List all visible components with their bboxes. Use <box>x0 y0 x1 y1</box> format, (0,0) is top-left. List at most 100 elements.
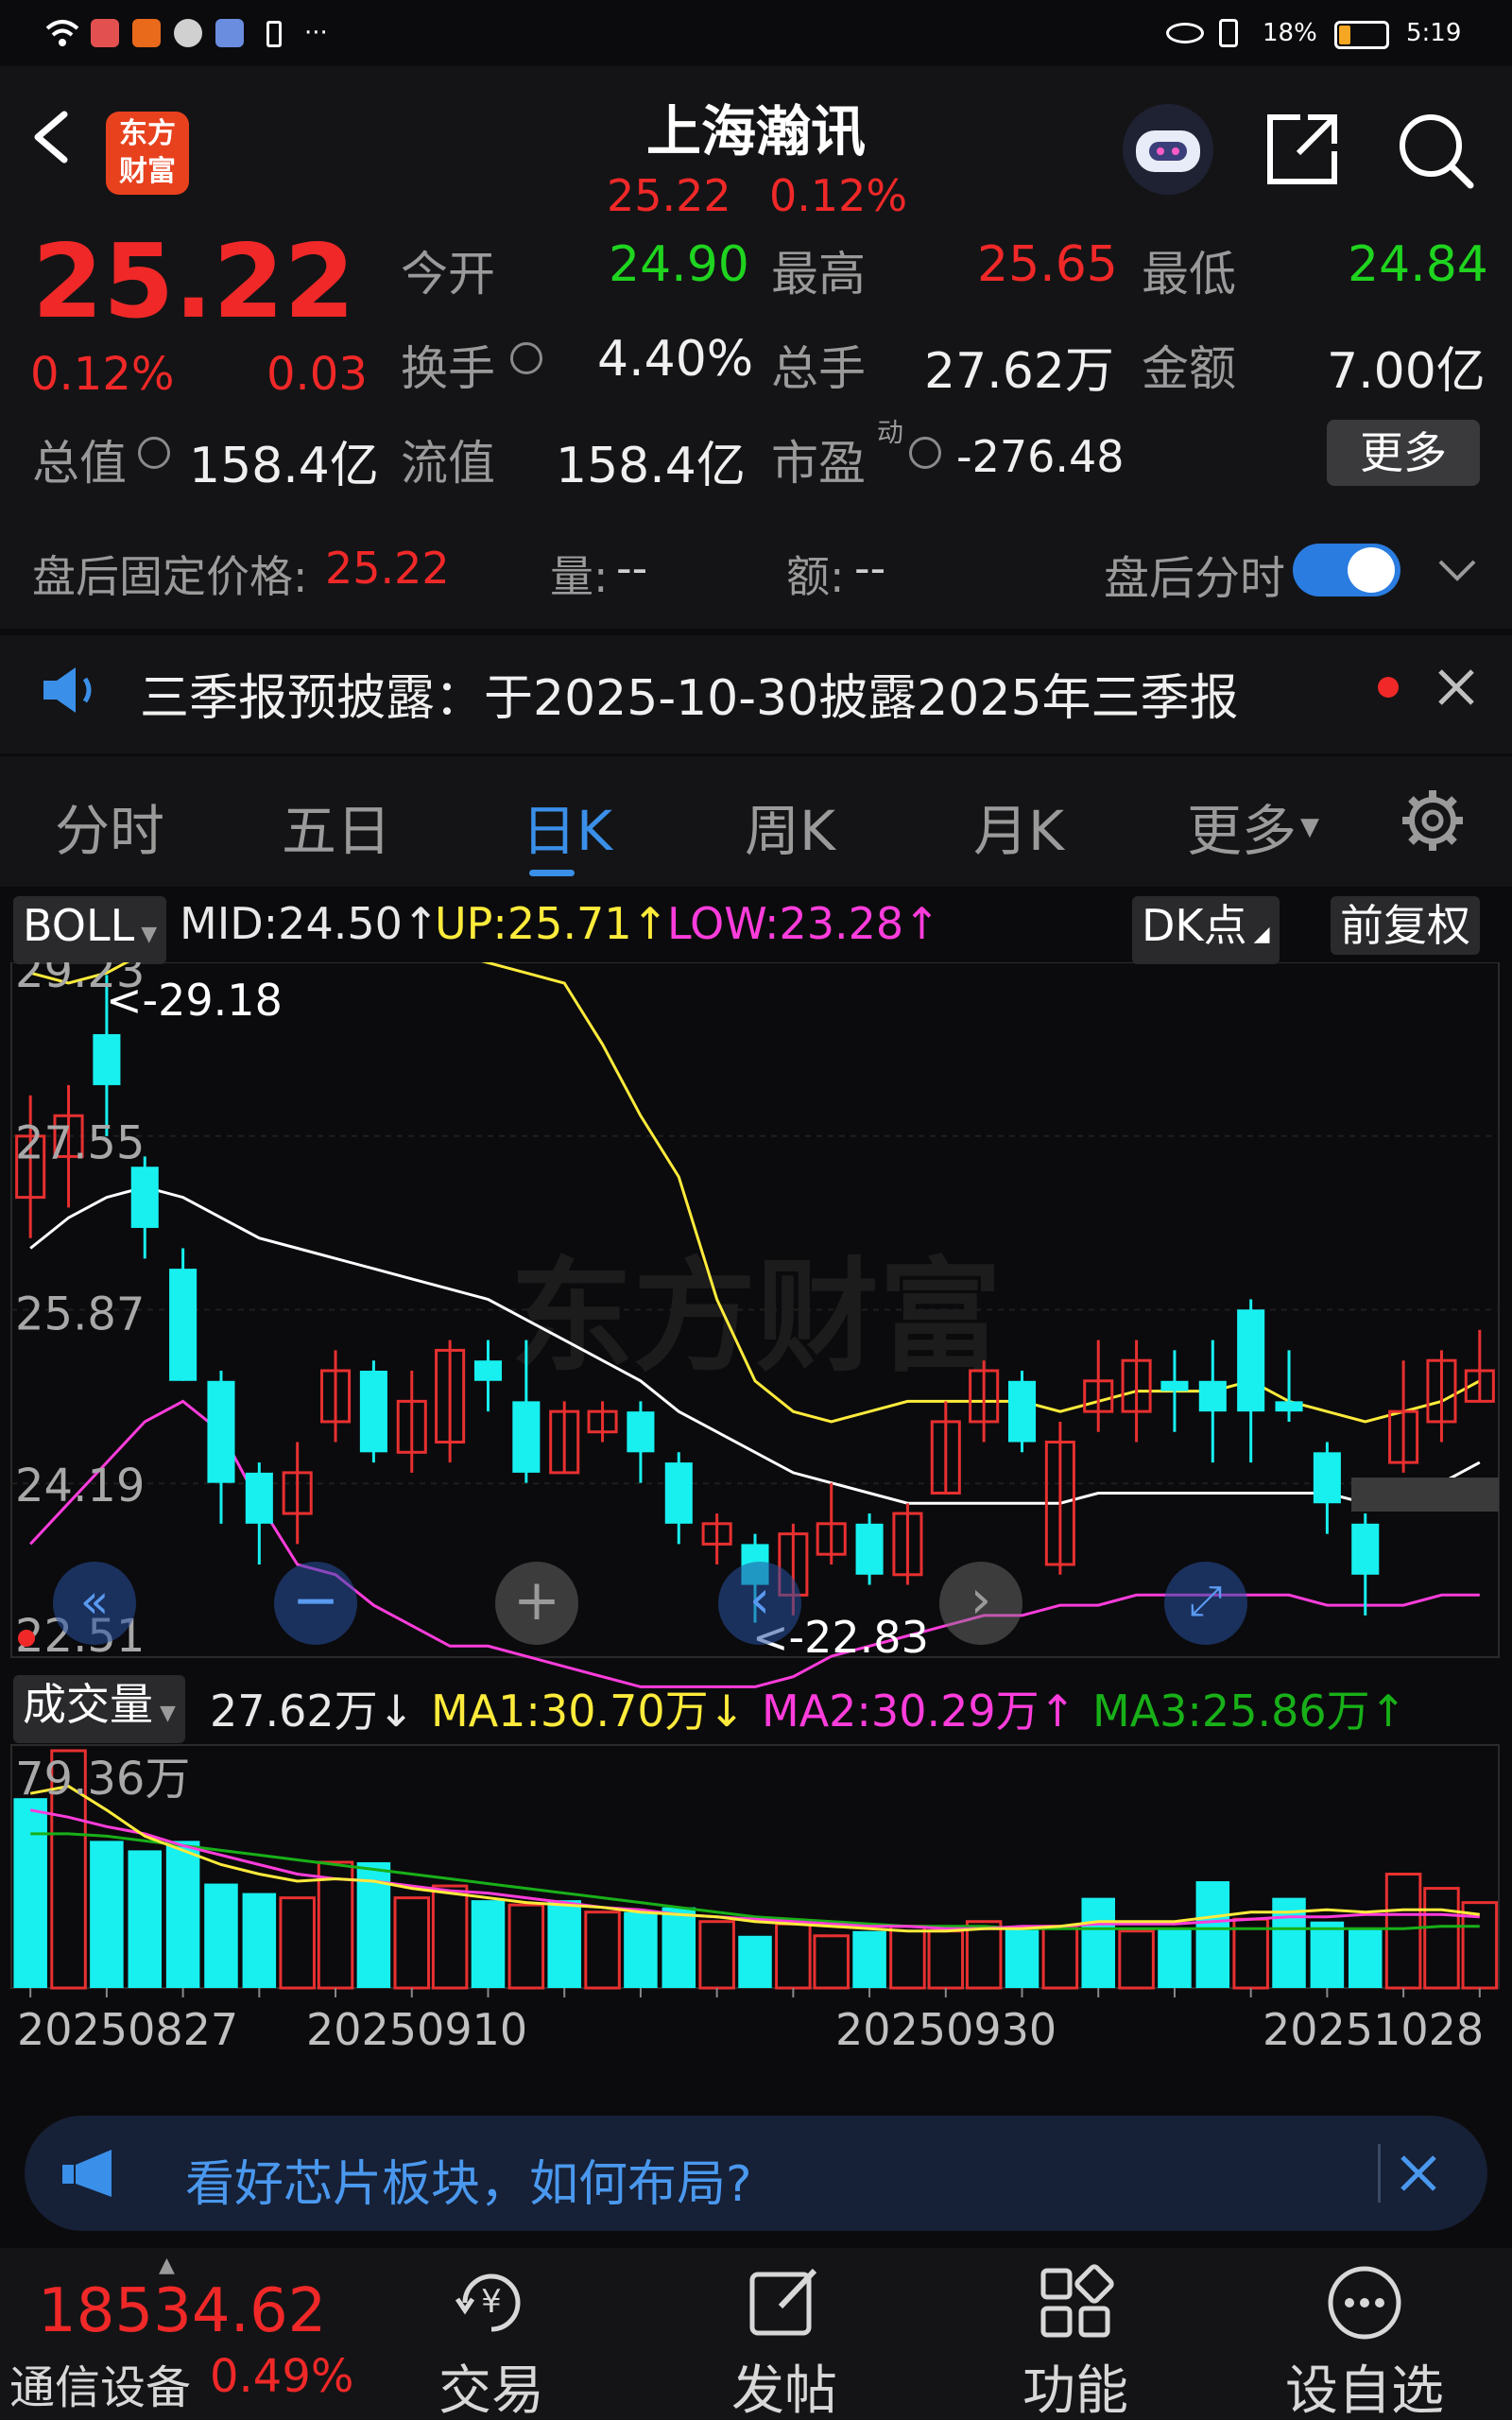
change-amount: 0.03 <box>266 348 368 401</box>
boll-up: UP:25.71↑ <box>435 898 669 949</box>
info-icon[interactable] <box>138 437 170 469</box>
volume-bar-up <box>1118 1929 1155 1990</box>
toggle-knob <box>1348 547 1395 593</box>
scroll-left-button[interactable]: ‹ <box>718 1562 801 1645</box>
nav-trade[interactable]: 交易 <box>397 2348 586 2420</box>
pe-value: -276.48 <box>956 431 1125 482</box>
volume-bar-down <box>165 1841 200 1988</box>
turnover-label: 换手 <box>401 341 495 396</box>
notice-close-button[interactable] <box>1435 666 1478 709</box>
volume-bar-up <box>698 1920 735 1990</box>
more-button[interactable]: 更多 <box>1327 420 1480 486</box>
volume-value: 27.62万↓ <box>210 1685 415 1737</box>
indicator-name: BOLL <box>23 900 135 951</box>
speaker-icon <box>38 662 104 718</box>
mcap-value: 158.4亿 <box>189 438 379 494</box>
pe-superscript: 动 <box>877 417 904 448</box>
volume-bar-down <box>1081 1897 1115 1988</box>
chevron-down-icon <box>1438 560 1476 581</box>
tab-five-day[interactable]: 五日 <box>282 786 391 866</box>
tab-weekly-k[interactable]: 周K <box>745 786 835 866</box>
volume-bar-down <box>1158 1928 1192 1988</box>
scroll-left-fast-button[interactable]: « <box>53 1562 136 1645</box>
float-label: 流值 <box>401 436 495 491</box>
clock: 5:19 <box>1406 19 1462 47</box>
index-value[interactable]: 18534.62 <box>38 2276 326 2346</box>
price-axis-label: 27.55 <box>15 1116 145 1169</box>
svg-text:¥: ¥ <box>481 2283 502 2321</box>
volume-bar-down <box>242 1893 277 1988</box>
boll-mid: MID:24.50↑ <box>180 898 439 949</box>
high-value: 25.65 <box>977 236 1118 293</box>
candle-down <box>512 1401 541 1473</box>
tab-intraday[interactable]: 分时 <box>55 786 164 866</box>
zoom-out-button[interactable]: − <box>274 1562 357 1645</box>
tab-more[interactable]: 更多 <box>1187 786 1297 866</box>
volume-indicator-select[interactable]: 成交量 ▼ <box>13 1675 185 1743</box>
fullscreen-button[interactable]: ⤢ <box>1164 1562 1247 1645</box>
volume-value: 27.62万 <box>924 343 1114 400</box>
dk-label: DK点 <box>1142 900 1247 951</box>
scroll-right-button[interactable]: › <box>939 1562 1022 1645</box>
candlestick-chart[interactable]: 东方财富29.2327.5525.8724.1922.51<-29.18<-22… <box>0 962 1512 1997</box>
adjust-button[interactable]: 前复权 <box>1331 896 1480 955</box>
minus-icon: − <box>291 1567 340 1634</box>
promo-text: 看好芯片板块，如何布局? <box>185 2156 752 2213</box>
amount-label: 金额 <box>1142 341 1236 396</box>
event-dot <box>18 1630 35 1647</box>
info-icon[interactable] <box>510 342 542 374</box>
more-dots-icon: ··· <box>304 19 328 47</box>
apps-icon[interactable] <box>1030 2257 1121 2348</box>
index-name[interactable]: 通信设备 <box>9 2350 191 2416</box>
volume-bar-up <box>1384 1873 1422 1990</box>
active-tab-indicator <box>529 870 575 876</box>
last-price: 25.22 <box>32 223 355 341</box>
wifi-icon <box>43 17 81 49</box>
battery-icon <box>1334 21 1389 49</box>
trade-icon[interactable]: ¥ <box>446 2257 537 2348</box>
info-icon[interactable] <box>909 437 941 469</box>
after-intraday-label: 盘后分时 <box>1104 552 1286 605</box>
turnover-value: 4.40% <box>597 331 754 388</box>
volume-bar-down <box>547 1900 581 1988</box>
candle-down <box>1160 1380 1189 1392</box>
settings-button[interactable] <box>1399 786 1467 855</box>
expand-button[interactable] <box>1436 554 1478 586</box>
volume-bar-down <box>624 1911 658 1988</box>
open-value: 24.90 <box>609 236 749 293</box>
robot-avatar-icon[interactable] <box>1123 104 1213 195</box>
volume-bar-down <box>1310 1921 1345 1988</box>
share-button[interactable] <box>1263 110 1342 189</box>
max-price-marker: <-29.18 <box>106 975 283 1026</box>
wechat-icon <box>174 19 202 47</box>
volume-bar-up <box>1423 1887 1460 1990</box>
tab-daily-k[interactable]: 日K <box>522 786 612 866</box>
nav-functions[interactable]: 功能 <box>981 2348 1170 2420</box>
volume-bar-down <box>738 1935 772 1988</box>
search-button[interactable] <box>1395 110 1474 189</box>
promo-close-button[interactable] <box>1397 2152 1440 2195</box>
zoom-in-button[interactable]: + <box>495 1562 578 1645</box>
status-bar: ··· 18% 5:19 <box>0 0 1512 66</box>
chevron-left-icon: ‹ <box>748 1569 771 1631</box>
nav-add-watchlist[interactable]: 设自选 <box>1270 2348 1459 2420</box>
volume-ma2: MA2:30.29万↑ <box>762 1685 1076 1737</box>
post-icon[interactable] <box>739 2257 830 2348</box>
tab-monthly-k[interactable]: 月K <box>973 786 1064 866</box>
candle-down <box>627 1411 655 1453</box>
change-pct: 0.12% <box>30 348 175 401</box>
date-label: 20250827 <box>17 2004 239 2055</box>
volume-bar-up <box>507 1903 545 1990</box>
date-label: 20250930 <box>835 2004 1057 2055</box>
notice-text: 三季报预披露：于2025-10-30披露2025年三季报 <box>140 670 1239 727</box>
huawei-app-icon <box>91 19 119 47</box>
nav-post[interactable]: 发帖 <box>690 2348 879 2420</box>
caret-down-icon: ▼ <box>153 1702 176 1725</box>
volume-bar-up <box>775 1922 812 1990</box>
indicator-select[interactable]: BOLL ▼ <box>13 896 167 964</box>
amount-value: 7.00亿 <box>1327 343 1486 400</box>
volume-label: 总手 <box>771 341 866 396</box>
caret-down-icon: ▼ <box>134 923 158 946</box>
ellipsis-circle-icon[interactable] <box>1319 2257 1410 2348</box>
dk-point-button[interactable]: DK点 ◢ <box>1132 896 1280 964</box>
